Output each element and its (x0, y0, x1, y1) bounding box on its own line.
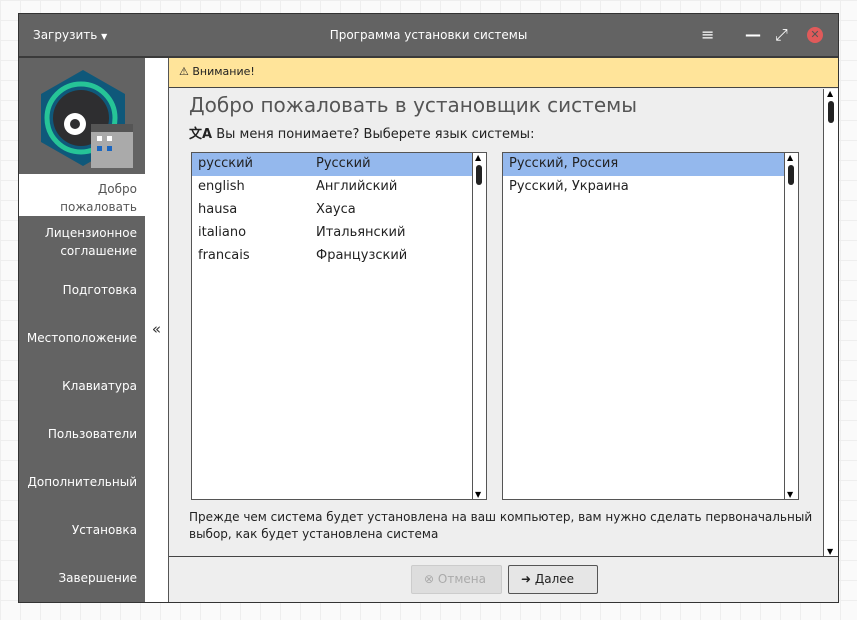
close-icon[interactable]: ✕ (807, 27, 823, 43)
sidebar-item-finish[interactable]: Завершение (19, 569, 145, 587)
list-item[interactable]: hausa Хауса (192, 199, 486, 222)
scroll-down-icon[interactable]: ▼ (787, 490, 793, 499)
list-item[interactable]: Русский, Украина (503, 176, 798, 199)
info-text: Прежде чем система будет установлена на … (189, 510, 813, 541)
cancel-icon: ⊗ (424, 572, 435, 586)
button-bar: ⊗ Отмена ➜ Далее (169, 556, 838, 602)
sidebar-item-keyboard[interactable]: Клавиатура (19, 377, 145, 395)
maximize-icon[interactable]: ⤢ (775, 26, 788, 44)
next-label: Далее (534, 572, 575, 586)
sidebar-item-install[interactable]: Установка (19, 521, 145, 539)
list-item[interactable]: русский Русский (192, 153, 486, 176)
local-name: Итальянский (316, 225, 406, 240)
title-bar: Загрузить ▼ Программа установки системы … (19, 14, 838, 58)
sidebar-item-welcome[interactable]: Добро пожаловать (19, 174, 145, 216)
locale-list[interactable]: Русский, Россия Русский, Украина ▲ ▼ (502, 152, 799, 500)
list-item[interactable]: Русский, Россия (503, 153, 798, 176)
page-scrollbar[interactable]: ▲ ▼ (823, 89, 838, 556)
scroll-thumb[interactable] (476, 165, 482, 185)
list-item[interactable]: english Английский (192, 176, 486, 199)
list-item[interactable]: italiano Итальянский (192, 222, 486, 245)
scroll-up-icon[interactable]: ▲ (827, 89, 833, 98)
warning-text: Внимание! (192, 65, 255, 78)
sidebar-item-users[interactable]: Пользователи (19, 425, 145, 443)
list-item[interactable]: francais Французский (192, 245, 486, 268)
sidebar-item-license[interactable]: Лицензионное соглашение (19, 224, 145, 260)
sidebar-item-additional[interactable]: Дополнительный (19, 473, 145, 491)
sidebar-item-location[interactable]: Местоположение (19, 329, 145, 347)
scroll-up-icon[interactable]: ▲ (787, 153, 793, 162)
warning-bar: ⚠ Внимание! (169, 58, 838, 88)
language-question: Вы меня понимаете? Выберете язык системы… (216, 127, 535, 142)
welcome-page: Добро пожаловать в установщик системы 文A… (169, 89, 838, 556)
window-title: Программа установки системы (329, 28, 528, 42)
local-name: Русский (316, 156, 371, 171)
cancel-button[interactable]: ⊗ Отмена (411, 565, 502, 594)
next-button[interactable]: ➜ Далее (508, 565, 598, 594)
page-title: Добро пожаловать в установщик системы (189, 93, 638, 117)
language-list-scrollbar[interactable]: ▲ ▼ (472, 153, 486, 499)
local-name: Хауса (316, 202, 356, 217)
native-name: hausa (198, 202, 238, 217)
scroll-thumb[interactable] (828, 101, 834, 123)
local-name: Французский (316, 248, 408, 263)
local-name: Английский (316, 179, 398, 194)
menu-icon[interactable]: ≡ (701, 26, 714, 44)
warning-icon: ⚠ (179, 65, 189, 78)
native-name: francais (198, 248, 250, 263)
installer-window: Загрузить ▼ Программа установки системы … (18, 13, 839, 603)
sidebar: Добро пожаловать Лицензионное соглашение… (19, 58, 145, 602)
arrow-right-circle-icon: ➜ (521, 572, 532, 586)
cancel-label: Отмена (437, 572, 486, 586)
scroll-up-icon[interactable]: ▲ (475, 153, 481, 162)
minimize-icon[interactable]: — (745, 26, 761, 44)
collapse-sidebar-button[interactable]: « (145, 58, 169, 602)
scroll-down-icon[interactable]: ▼ (475, 490, 481, 499)
locale-list-scrollbar[interactable]: ▲ ▼ (784, 153, 798, 499)
scroll-down-icon[interactable]: ▼ (827, 547, 833, 556)
installer-logo (41, 70, 133, 168)
translate-icon: 文A (189, 127, 213, 142)
language-list[interactable]: русский Русский english Английский hausa Ха… (191, 152, 487, 500)
native-name: english (198, 179, 245, 194)
sidebar-item-preparation[interactable]: Подготовка (19, 281, 145, 299)
native-name: italiano (198, 225, 247, 240)
scroll-thumb[interactable] (788, 165, 794, 185)
native-name: русский (198, 156, 253, 171)
